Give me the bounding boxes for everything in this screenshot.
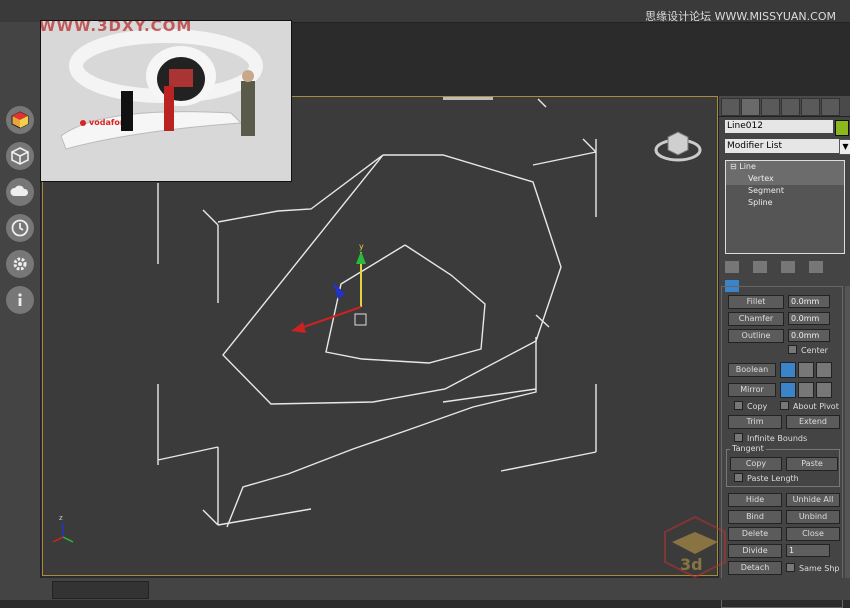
outline-spinner[interactable]: 0.0mm: [788, 329, 830, 342]
info-icon[interactable]: [6, 286, 34, 314]
about-pivot-checkbox[interactable]: About Pivot: [780, 401, 839, 412]
cube-color-icon[interactable]: [6, 106, 34, 134]
extend-button[interactable]: Extend: [786, 415, 840, 429]
status-field[interactable]: [52, 581, 149, 599]
motion-tab-icon[interactable]: [781, 98, 800, 116]
trim-button[interactable]: Trim: [728, 415, 782, 429]
infinite-bounds-checkbox[interactable]: Infinite Bounds: [734, 433, 807, 444]
fillet-spinner[interactable]: 0.0mm: [788, 295, 830, 308]
inner-spline: [325, 244, 486, 364]
clock-icon[interactable]: [6, 214, 34, 242]
object-name-field[interactable]: Line012: [725, 120, 833, 133]
hierarchy-tab-icon[interactable]: [761, 98, 780, 116]
chamfer-button[interactable]: Chamfer: [728, 312, 784, 326]
delete-button[interactable]: Delete: [728, 527, 782, 541]
mirror-button[interactable]: Mirror: [728, 383, 776, 397]
view-cube: [654, 131, 702, 162]
modifier-list-dropdown[interactable]: Modifier List: [725, 139, 839, 153]
status-bar: [0, 578, 850, 600]
center-checkbox[interactable]: Center: [788, 345, 828, 356]
reference-render-image: vodafone WWW.3DXY.COM: [40, 20, 292, 182]
boolean-button[interactable]: Boolean: [728, 363, 776, 377]
create-tab-icon[interactable]: [721, 98, 740, 116]
gear-icon[interactable]: [6, 250, 34, 278]
command-panel-scrollbar[interactable]: [845, 286, 850, 586]
detach-button[interactable]: Detach: [728, 561, 782, 575]
union-icon[interactable]: [780, 362, 796, 378]
tangent-copy-button[interactable]: Copy: [730, 457, 782, 471]
stack-item-vertex[interactable]: Vertex: [726, 173, 844, 185]
paste-length-checkbox[interactable]: Paste Length: [734, 473, 799, 484]
make-unique-icon[interactable]: [781, 261, 796, 273]
intersection-icon[interactable]: [816, 362, 832, 378]
command-panel: Line012 Modifier List ▼ ⊟ Line Vertex Se…: [718, 96, 850, 608]
outline-button[interactable]: Outline: [728, 329, 784, 343]
chamfer-spinner[interactable]: 0.0mm: [788, 312, 830, 325]
mirror-both-icon[interactable]: [816, 382, 832, 398]
utilities-tab-icon[interactable]: [821, 98, 840, 116]
svg-text:3d: 3d: [680, 555, 703, 574]
mirror-horizontal-icon[interactable]: [780, 382, 796, 398]
geometry-rollout: Fillet 0.0mm Chamfer 0.0mm Outline 0.0mm…: [721, 286, 843, 608]
world-axis-tripod: z: [52, 514, 74, 543]
watermark-missyuan: 思缘设计论坛 WWW.MISSYUAN.COM: [645, 10, 836, 23]
cube-icon[interactable]: [6, 142, 34, 170]
close-button[interactable]: Close: [786, 527, 840, 541]
outer-spline: [222, 154, 562, 405]
left-toolbar: [0, 22, 41, 600]
divide-spinner[interactable]: 1: [786, 544, 830, 557]
show-end-result-icon[interactable]: [753, 261, 768, 273]
hide-button[interactable]: Hide: [728, 493, 782, 507]
stack-item-line[interactable]: ⊟ Line: [726, 161, 844, 173]
divide-button[interactable]: Divide: [728, 544, 782, 558]
stack-toolbar: [725, 258, 845, 292]
3d-watermark-logo: 3d: [660, 512, 730, 582]
fillet-button[interactable]: Fillet: [728, 295, 784, 309]
tangent-group-title: Tangent: [730, 444, 766, 453]
object-color-swatch[interactable]: [835, 120, 849, 136]
axis-y-label: y: [359, 242, 364, 251]
cloud-icon[interactable]: [6, 178, 34, 206]
subtraction-icon[interactable]: [798, 362, 814, 378]
copy-checkbox[interactable]: Copy: [734, 401, 767, 412]
same-shape-checkbox[interactable]: Same Shp: [786, 563, 839, 574]
command-panel-tabs: [719, 96, 850, 117]
remove-modifier-icon[interactable]: [809, 261, 824, 273]
tangent-paste-button[interactable]: Paste: [786, 457, 838, 471]
axis-z-label: z: [59, 514, 63, 522]
modify-tab-icon[interactable]: [741, 98, 760, 116]
stack-item-segment[interactable]: Segment: [726, 185, 844, 197]
bind-button[interactable]: Bind: [728, 510, 782, 524]
modifier-stack: ⊟ Line Vertex Segment Spline: [725, 160, 845, 254]
chevron-down-icon[interactable]: ▼: [839, 139, 850, 155]
pin-stack-icon[interactable]: [725, 261, 739, 273]
unhide-all-button[interactable]: Unhide All: [786, 493, 840, 507]
unbind-button[interactable]: Unbind: [786, 510, 840, 524]
stack-item-spline[interactable]: Spline: [726, 197, 844, 209]
mirror-vertical-icon[interactable]: [798, 382, 814, 398]
watermark-3dxy: WWW.3DXY.COM: [40, 20, 193, 35]
display-tab-icon[interactable]: [801, 98, 820, 116]
